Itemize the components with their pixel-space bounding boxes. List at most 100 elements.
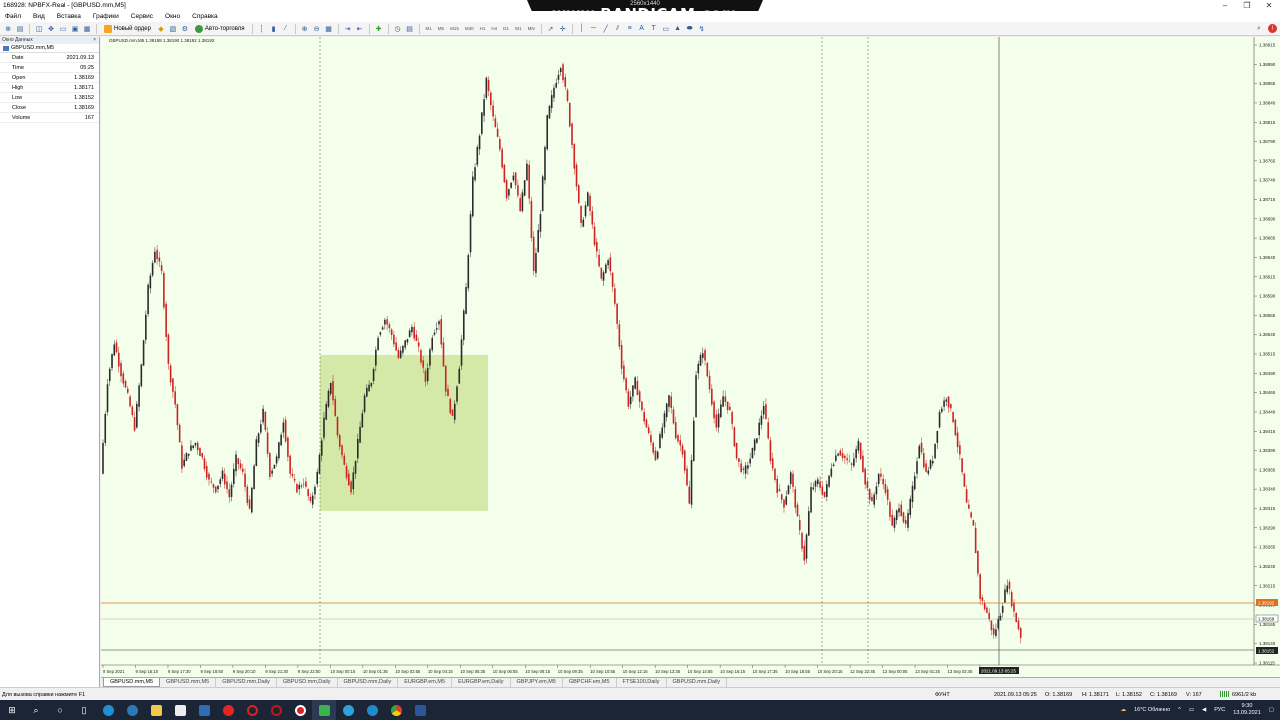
navigator-icon[interactable]: ✥: [46, 24, 56, 34]
menu-window[interactable]: Окно: [164, 13, 181, 20]
record-icon[interactable]: [288, 700, 312, 720]
timeframe-h1-button[interactable]: H1: [478, 26, 488, 31]
cursor-icon[interactable]: ➚: [546, 24, 556, 34]
rectangle-tool-icon[interactable]: ▭: [661, 24, 671, 34]
text-label-icon[interactable]: T: [649, 24, 659, 34]
timeframe-w1-button[interactable]: W1: [513, 26, 524, 31]
tile-windows-icon[interactable]: ▦: [324, 24, 334, 34]
status-profile[interactable]: ФУНТ: [935, 692, 950, 698]
word-icon[interactable]: [408, 700, 432, 720]
notifications-icon[interactable]: ▢: [1269, 707, 1274, 713]
search-icon[interactable]: ⌕: [1254, 24, 1264, 34]
chart-tab[interactable]: GBPUSD.mm,Daily: [277, 678, 338, 687]
timeframe-m15-button[interactable]: M15: [448, 26, 461, 31]
trendline-icon[interactable]: ╱: [601, 24, 611, 34]
mail-icon[interactable]: [192, 700, 216, 720]
candle-chart-icon[interactable]: ▮: [269, 24, 279, 34]
menu-file[interactable]: Файл: [4, 13, 22, 20]
chart-tab[interactable]: GBPCHF.em,M5: [563, 678, 617, 687]
candle-body: [918, 445, 921, 459]
telegram-alt-icon[interactable]: [360, 700, 384, 720]
file-explorer-icon[interactable]: [144, 700, 168, 720]
triangle-tool-icon[interactable]: ▲: [673, 24, 683, 34]
search-icon[interactable]: ⌕: [24, 700, 48, 720]
cortana-icon[interactable]: ○: [48, 700, 72, 720]
price-chart[interactable]: 1.38915 1.38890 1.38865 1.38840 1.38815 1.387…: [101, 37, 1280, 677]
timeframe-d1-button[interactable]: D1: [501, 26, 511, 31]
zoom-in-icon[interactable]: ⊕: [300, 24, 310, 34]
indicators-icon[interactable]: ✚: [374, 24, 384, 34]
vertical-line-icon[interactable]: │: [577, 24, 587, 34]
chart-tab[interactable]: GBPUSD.mm,M5: [103, 678, 161, 687]
chart-tab[interactable]: GBPUSD.mm,Daily: [667, 678, 728, 687]
timeframe-m1-button[interactable]: M1: [424, 26, 434, 31]
yandex-icon[interactable]: [216, 700, 240, 720]
chart-tab[interactable]: EURGBP.em,Daily: [452, 678, 511, 687]
new-chart-icon[interactable]: ⊕: [3, 24, 13, 34]
line-chart-icon[interactable]: ⁄: [281, 24, 291, 34]
market-watch-icon[interactable]: ◫: [34, 24, 44, 34]
chart-tab[interactable]: GBPUSD.mm,Daily: [216, 678, 277, 687]
range-highlight-rect[interactable]: [320, 355, 488, 511]
menu-help[interactable]: Справка: [191, 13, 219, 20]
new-order-button[interactable]: Новый ордер: [101, 23, 154, 34]
chart-tab[interactable]: GBPUSD.mm,M5: [160, 678, 217, 687]
menu-insert[interactable]: Вставка: [56, 13, 82, 20]
windows-start-icon[interactable]: ⊞: [0, 700, 24, 720]
timeframe-h4-button[interactable]: H4: [489, 26, 499, 31]
volume-icon[interactable]: ◀: [1202, 707, 1206, 713]
restore-icon[interactable]: ❐: [1236, 1, 1258, 10]
timeframe-m5-button[interactable]: M5: [436, 26, 446, 31]
fibonacci-icon[interactable]: ≡: [625, 24, 635, 34]
folder-icon[interactable]: ▭: [58, 24, 68, 34]
chrome-icon[interactable]: [384, 700, 408, 720]
opera-gx-icon[interactable]: [264, 700, 288, 720]
edge-beta-icon[interactable]: [120, 700, 144, 720]
notification-icon[interactable]: !: [1268, 24, 1277, 33]
autoscroll-icon[interactable]: ⇥: [343, 24, 353, 34]
network-icon[interactable]: ▭: [1189, 707, 1194, 713]
metaeditor-icon[interactable]: ◆: [156, 24, 166, 34]
periods-icon[interactable]: ◷: [393, 24, 403, 34]
horizontal-line-icon[interactable]: ─: [589, 24, 599, 34]
weather-icon[interactable]: ☁: [1121, 707, 1127, 713]
metatrader-icon[interactable]: [312, 700, 336, 720]
chart-canvas[interactable]: 1.38915 1.38890 1.38865 1.38840 1.38815 1.387…: [101, 37, 1280, 677]
chart-tab[interactable]: GBPJPY.em,M5: [511, 678, 563, 687]
timeframe-m30-button[interactable]: M30: [463, 26, 476, 31]
menu-view[interactable]: Вид: [32, 13, 46, 20]
task-view-icon[interactable]: ▯: [72, 700, 96, 720]
close-icon[interactable]: ✕: [1258, 1, 1280, 10]
auto-trading-button[interactable]: Авто-торговля: [192, 23, 248, 34]
timeframe-mn-button[interactable]: MN: [526, 26, 537, 31]
edge-icon[interactable]: [96, 700, 120, 720]
bar-chart-icon[interactable]: ┆: [257, 24, 267, 34]
signals-icon[interactable]: ▧: [168, 24, 178, 34]
store-icon[interactable]: [168, 700, 192, 720]
profiles-icon[interactable]: ▤: [15, 24, 25, 34]
chart-shift-icon[interactable]: ⇤: [355, 24, 365, 34]
zoom-out-icon[interactable]: ⊖: [312, 24, 322, 34]
arrows-tool-icon[interactable]: ↯: [697, 24, 707, 34]
telegram-icon[interactable]: [336, 700, 360, 720]
chart-tab[interactable]: GBPUSD.mm,Daily: [338, 678, 399, 687]
text-tool-icon[interactable]: A: [637, 24, 647, 34]
panel-close-icon[interactable]: ×: [93, 37, 96, 44]
terminal-icon[interactable]: ▣: [70, 24, 80, 34]
opera-icon[interactable]: [240, 700, 264, 720]
weather-text[interactable]: 16°C Облачно: [1134, 707, 1170, 713]
options-icon[interactable]: ⚙: [180, 24, 190, 34]
tray-expand-icon[interactable]: ^: [1178, 707, 1181, 713]
templates-icon[interactable]: ▤: [405, 24, 415, 34]
ellipse-tool-icon[interactable]: ⬬: [685, 24, 695, 34]
clock[interactable]: 9:30 13.09.2021: [1233, 703, 1261, 717]
crosshair-icon[interactable]: ✛: [558, 24, 568, 34]
menu-tools[interactable]: Сервис: [130, 13, 154, 20]
channel-icon[interactable]: ⫽: [613, 24, 623, 34]
minimize-icon[interactable]: –: [1214, 1, 1236, 10]
chart-tab[interactable]: FTSE100,Daily: [617, 678, 667, 687]
chart-tab[interactable]: EURGBP.em,M5: [398, 678, 453, 687]
tester-icon[interactable]: ▦: [82, 24, 92, 34]
language-indicator[interactable]: РУС: [1214, 707, 1225, 713]
menu-charts[interactable]: Графики: [92, 13, 120, 20]
